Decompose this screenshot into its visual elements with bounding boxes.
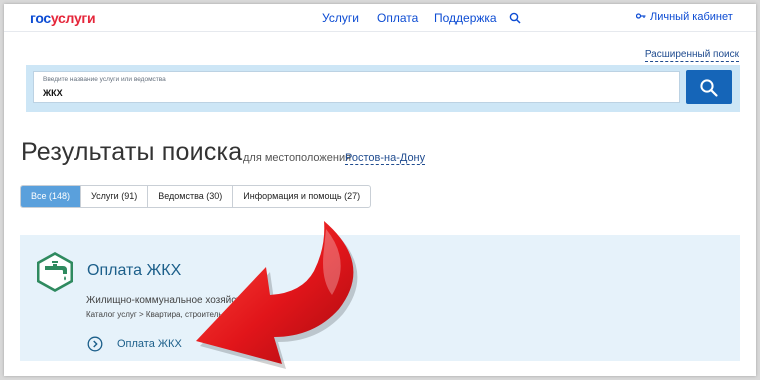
logo-part-gos: гос bbox=[30, 10, 51, 26]
key-icon bbox=[635, 11, 646, 23]
cabinet-label: Личный кабинет bbox=[650, 11, 733, 23]
tab-departments[interactable]: Ведомства (30) bbox=[148, 186, 234, 207]
header-search-icon[interactable] bbox=[509, 11, 523, 25]
advanced-search-link[interactable]: Расширенный поиск bbox=[644, 49, 739, 62]
tab-services[interactable]: Услуги (91) bbox=[81, 186, 149, 207]
chevron-right-circle-icon bbox=[87, 336, 103, 352]
nav-support[interactable]: Поддержка bbox=[434, 11, 497, 25]
top-header: госуслуги Услуги Оплата Поддержка Личный… bbox=[4, 4, 756, 32]
personal-account-link[interactable]: Личный кабинет bbox=[635, 11, 733, 23]
card-title[interactable]: Оплата ЖКХ bbox=[87, 262, 181, 280]
tab-all[interactable]: Все (148) bbox=[21, 186, 82, 207]
nav-services[interactable]: Услуги bbox=[322, 11, 359, 25]
search-button[interactable] bbox=[686, 70, 732, 104]
location-prefix: для местоположения bbox=[243, 152, 352, 164]
result-card: Оплата ЖКХ Жилищно-коммунальное хозяйств… bbox=[20, 235, 740, 361]
results-title: Результаты поиска bbox=[21, 138, 243, 166]
search-input[interactable]: Введите название услуги или ведомства ЖК… bbox=[33, 71, 680, 103]
logo-part-uslugi: услуги bbox=[50, 10, 96, 26]
search-bar: Введите название услуги или ведомства ЖК… bbox=[26, 65, 740, 112]
results-tabs: Все (148) Услуги (91) Ведомства (30) Инф… bbox=[20, 185, 372, 208]
page-frame: госуслуги Услуги Оплата Поддержка Личный… bbox=[4, 4, 756, 376]
search-icon bbox=[700, 79, 718, 97]
card-catalog-path: Каталог услуг > Квартира, строительство … bbox=[86, 310, 271, 319]
gosuslugi-logo[interactable]: госуслуги bbox=[30, 10, 96, 26]
city-selector[interactable]: Ростов-на-Дону bbox=[345, 152, 426, 165]
tab-info-help[interactable]: Информация и помощь (27) bbox=[233, 186, 370, 207]
water-tap-icon bbox=[32, 249, 78, 295]
search-placeholder: Введите название услуги или ведомства bbox=[43, 76, 166, 83]
nav-payment[interactable]: Оплата bbox=[377, 11, 418, 25]
search-value: ЖКХ bbox=[43, 88, 63, 98]
pay-utilities-link-label: Оплата ЖКХ bbox=[117, 338, 182, 350]
card-description: Жилищно-коммунальное хозяйство bbox=[86, 295, 252, 306]
